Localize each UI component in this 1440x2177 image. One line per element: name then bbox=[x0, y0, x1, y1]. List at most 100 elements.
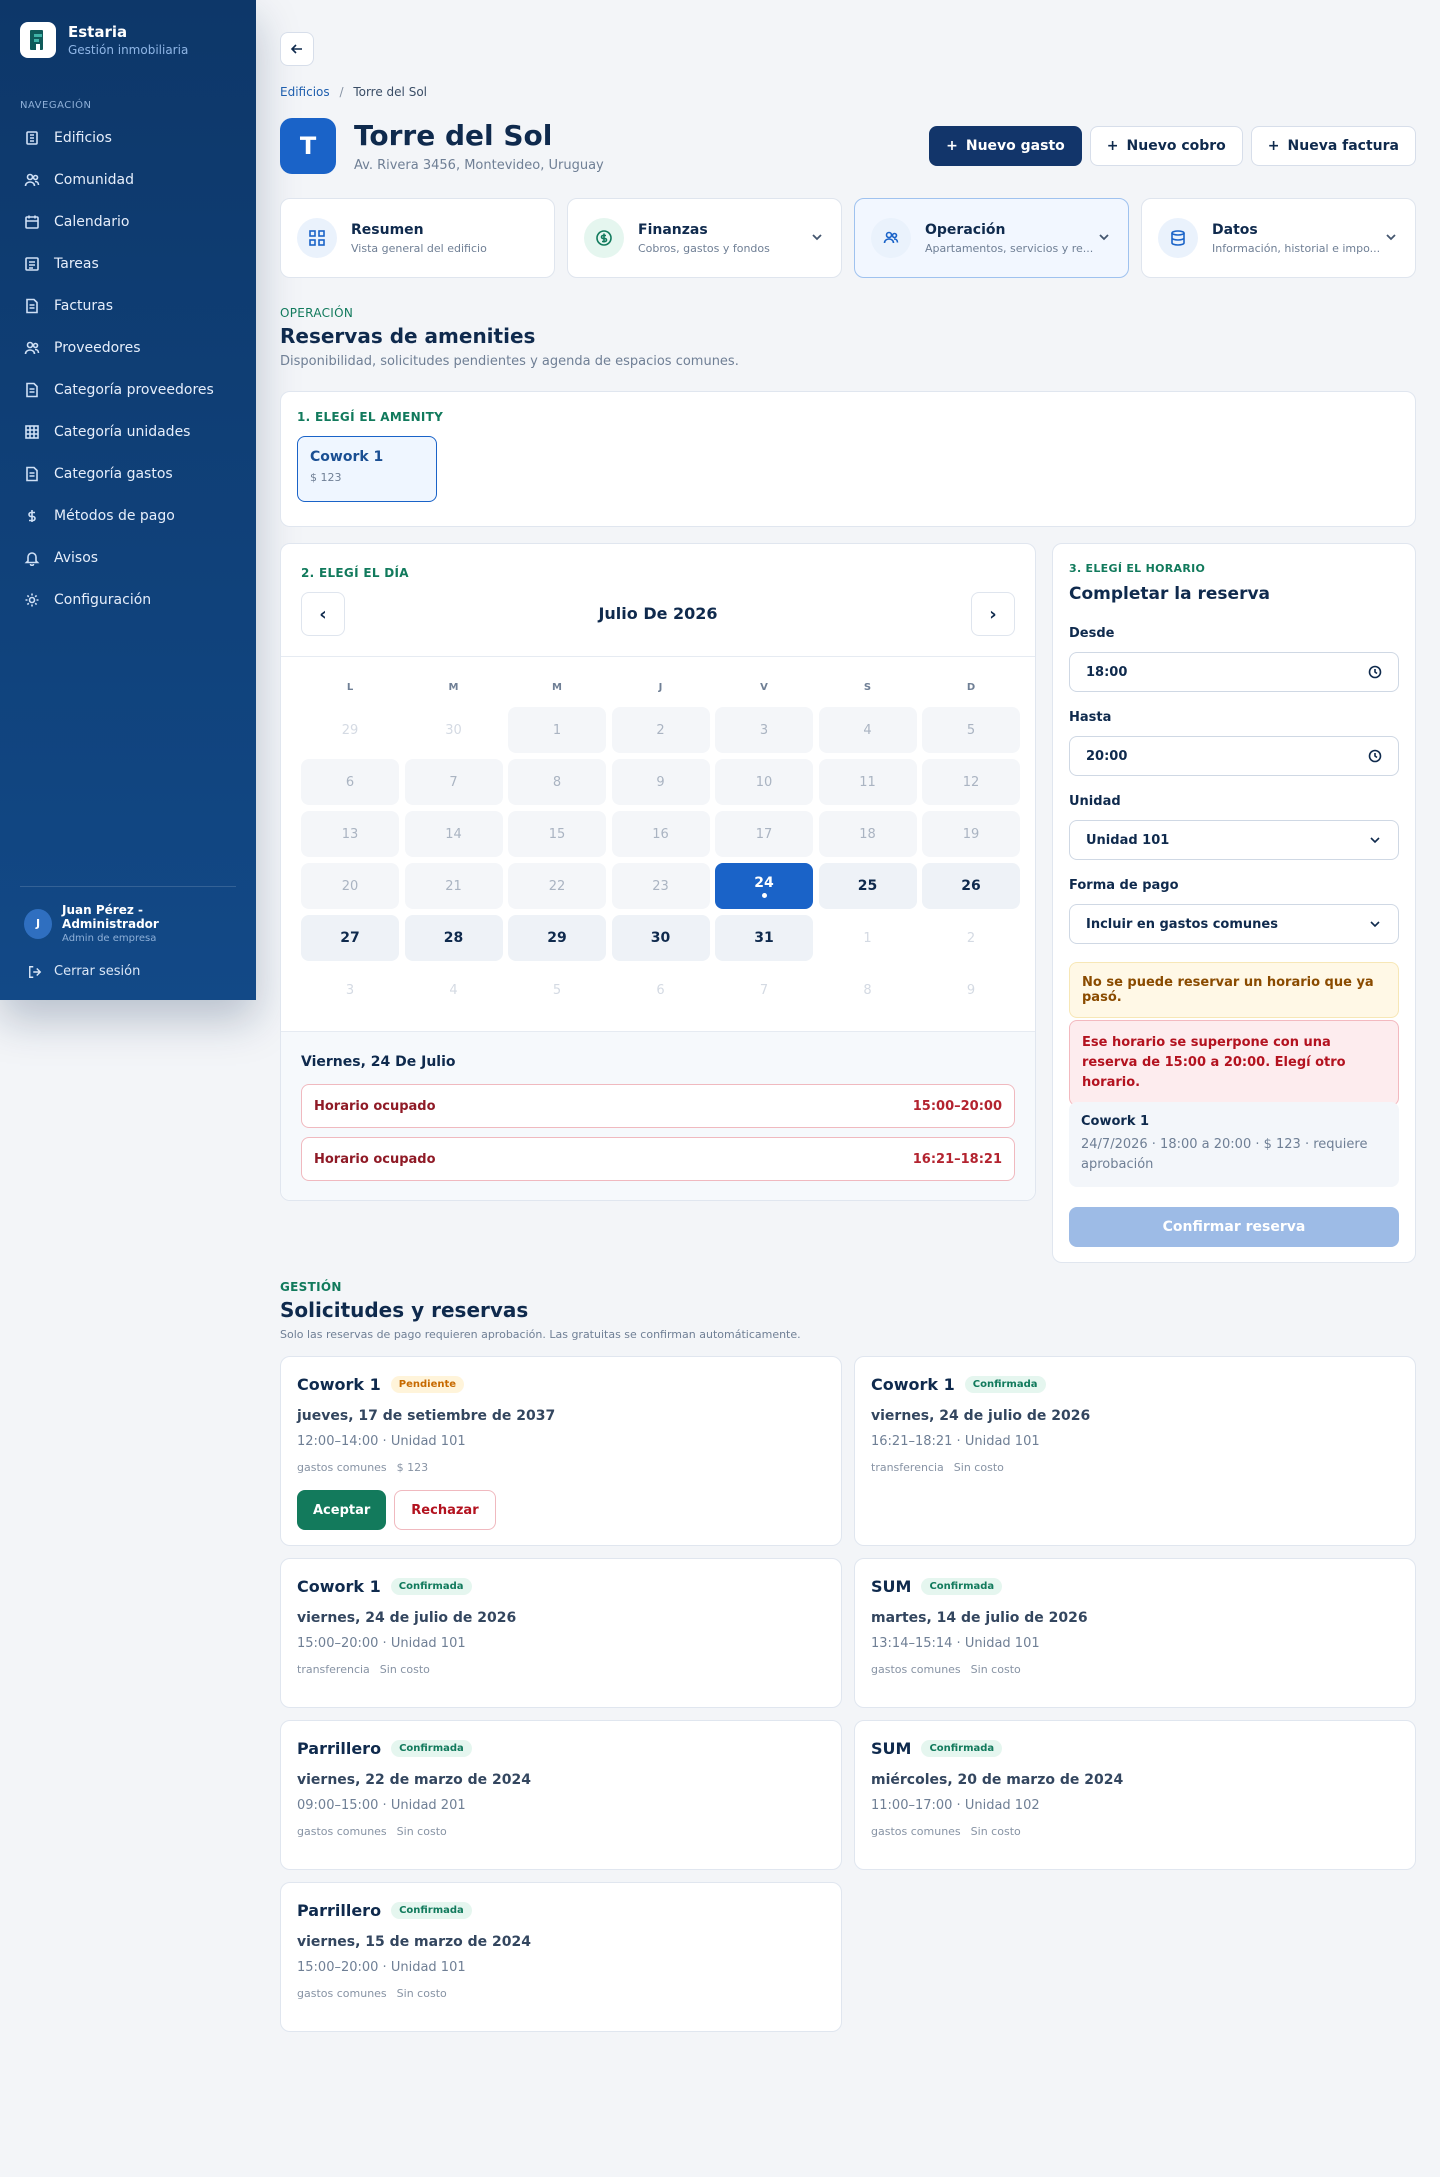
day-number: 26 bbox=[961, 878, 981, 894]
brand-name: Estaria bbox=[68, 23, 128, 41]
building-avatar: T bbox=[280, 118, 336, 174]
summary-name: Cowork 1 bbox=[1081, 1114, 1150, 1129]
unit-select[interactable]: Unidad 101 bbox=[1069, 820, 1399, 860]
chevron-right-icon: › bbox=[989, 603, 997, 625]
day-number: 4 bbox=[863, 722, 872, 738]
tab-subtitle: Vista general del edificio bbox=[351, 241, 487, 255]
selected-day-detail: Viernes, 24 De Julio Horario ocupado 15:… bbox=[281, 1031, 1035, 1200]
day-number: 27 bbox=[340, 930, 360, 946]
day-number: 12 bbox=[962, 774, 980, 790]
brand[interactable]: Estaria Gestión inmobiliaria bbox=[0, 0, 256, 80]
reservation-cost: Sin costo bbox=[970, 1663, 1021, 1676]
nav-heading: NAVEGACIÓN bbox=[20, 100, 92, 111]
calendar-day: 30 bbox=[405, 707, 503, 753]
reservation-card: Cowork 1 Confirmada viernes, 24 de julio… bbox=[280, 1558, 842, 1708]
accept-button[interactable]: Aceptar bbox=[297, 1490, 387, 1530]
calendar-day[interactable]: 26 bbox=[922, 863, 1020, 909]
sidebar-item-categoría-unidades[interactable]: Categoría unidades bbox=[0, 411, 256, 453]
tab-datos[interactable]: Datos Información, historial e impo... bbox=[1141, 198, 1416, 278]
chevron-down-icon bbox=[1386, 234, 1396, 241]
reservation-amenity: SUM bbox=[871, 1739, 912, 1758]
tab-finanzas[interactable]: Finanzas Cobros, gastos y fondos bbox=[567, 198, 842, 278]
calendar-day[interactable]: 29 bbox=[508, 915, 606, 961]
tab-operacion[interactable]: Operación Apartamentos, servicios y re... bbox=[854, 198, 1129, 278]
past-time-warning: No se puede reservar un horario que ya p… bbox=[1069, 962, 1399, 1018]
payment-select[interactable]: Incluir en gastos comunes bbox=[1069, 904, 1399, 944]
page-title: Torre del Sol bbox=[354, 119, 553, 152]
chevron-down-icon bbox=[812, 234, 822, 241]
arrow-left-icon bbox=[290, 44, 302, 54]
sidebar-item-label: Configuración bbox=[54, 592, 152, 608]
chevron-down-icon bbox=[1099, 234, 1109, 241]
database-icon bbox=[1158, 218, 1198, 258]
calendar-day: 14 bbox=[404, 811, 503, 857]
sidebar-item-categoría-proveedores[interactable]: Categoría proveedores bbox=[0, 369, 256, 411]
sidebar-nav: Edificios Comunidad Calendario Tareas Factur… bbox=[0, 117, 256, 621]
day-number: 13 bbox=[341, 826, 359, 842]
divider bbox=[281, 656, 1035, 657]
new-expense-button[interactable]: + Nuevo gasto bbox=[929, 126, 1082, 166]
sidebar-item-tareas[interactable]: Tareas bbox=[0, 243, 256, 285]
back-button[interactable] bbox=[280, 32, 314, 66]
slot-label: Horario ocupado bbox=[314, 1098, 436, 1114]
calendar-day: 21 bbox=[404, 863, 503, 909]
section-subtitle: Solo las reservas de pago requieren apro… bbox=[280, 1328, 801, 1341]
day-number: 22 bbox=[548, 878, 566, 894]
amenity-option-cowork[interactable]: Cowork 1 $ 123 bbox=[297, 436, 437, 502]
calendar-day[interactable]: 25 bbox=[818, 863, 917, 909]
sidebar-item-edificios[interactable]: Edificios bbox=[0, 117, 256, 159]
new-charge-button[interactable]: + Nuevo cobro bbox=[1089, 126, 1243, 166]
users-icon bbox=[24, 341, 40, 355]
day-number: 8 bbox=[863, 982, 872, 998]
reservation-time: 15:00–20:00 · Unidad 101 bbox=[297, 1636, 466, 1651]
reservation-cost: Sin costo bbox=[379, 1663, 430, 1676]
breadcrumb-link-edificios[interactable]: Edificios bbox=[280, 85, 330, 99]
sidebar-item-categoría-gastos[interactable]: Categoría gastos bbox=[0, 453, 256, 495]
sidebar-item-facturas[interactable]: Facturas bbox=[0, 285, 256, 327]
reservation-card: SUM Confirmada martes, 14 de julio de 20… bbox=[854, 1558, 1416, 1708]
sidebar-footer: J Juan Pérez - Administrador Admin de em… bbox=[20, 886, 236, 989]
weekday-label: M bbox=[448, 682, 459, 693]
sidebar-item-comunidad[interactable]: Comunidad bbox=[0, 159, 256, 201]
chevron-down-icon bbox=[1370, 837, 1380, 844]
sidebar-item-métodos-de-pago[interactable]: Métodos de pago bbox=[0, 495, 256, 537]
calendar-day[interactable]: 28 bbox=[404, 915, 503, 961]
calendar-day[interactable]: 30 bbox=[611, 915, 710, 961]
calendar-day: 19 bbox=[922, 811, 1020, 857]
confirm-booking-button[interactable]: Confirmar reserva bbox=[1069, 1207, 1399, 1247]
payment-label: Forma de pago bbox=[1069, 878, 1179, 893]
sidebar-item-label: Edificios bbox=[54, 130, 112, 146]
logout-label: Cerrar sesión bbox=[54, 964, 141, 979]
day-number: 29 bbox=[341, 722, 359, 738]
logout-button[interactable]: Cerrar sesión bbox=[20, 954, 236, 989]
sidebar-item-avisos[interactable]: Avisos bbox=[0, 537, 256, 579]
weekday-label: V bbox=[760, 682, 768, 693]
building-address: Av. Rivera 3456, Montevideo, Uruguay bbox=[354, 158, 604, 173]
calendar-day: 9 bbox=[611, 759, 710, 805]
slot-label: Horario ocupado bbox=[314, 1151, 436, 1167]
calendar-day[interactable]: 31 bbox=[715, 915, 813, 961]
next-month-button[interactable]: › bbox=[971, 592, 1015, 636]
reservation-cost: Sin costo bbox=[396, 1987, 447, 2000]
calendar-day[interactable]: 27 bbox=[301, 915, 399, 961]
user-profile[interactable]: J Juan Pérez - Administrador Admin de em… bbox=[20, 887, 236, 954]
sidebar-item-configuración[interactable]: Configuración bbox=[0, 579, 256, 621]
to-time-input[interactable]: 20:00 bbox=[1069, 736, 1399, 776]
tab-resumen[interactable]: Resumen Vista general del edificio bbox=[280, 198, 555, 278]
reservation-card: Parrillero Confirmada viernes, 15 de mar… bbox=[280, 1882, 842, 2032]
calendar-day-selected[interactable]: 24 bbox=[715, 863, 813, 909]
day-number: 5 bbox=[552, 982, 562, 998]
reservation-time: 11:00–17:00 · Unidad 102 bbox=[871, 1798, 1040, 1813]
day-number: 20 bbox=[341, 878, 359, 894]
sidebar-item-proveedores[interactable]: Proveedores bbox=[0, 327, 256, 369]
sidebar-item-calendario[interactable]: Calendario bbox=[0, 201, 256, 243]
new-invoice-button[interactable]: + Nueva factura bbox=[1250, 126, 1416, 166]
amenity-name: Cowork 1 bbox=[310, 449, 384, 465]
reject-button[interactable]: Rechazar bbox=[394, 1490, 496, 1530]
from-time-input[interactable]: 18:00 bbox=[1069, 652, 1399, 692]
to-label: Hasta bbox=[1069, 710, 1112, 725]
calendar-day: 29 bbox=[301, 707, 399, 753]
calendar-day: 7 bbox=[404, 759, 503, 805]
reservation-card: SUM Confirmada miércoles, 20 de marzo de… bbox=[854, 1720, 1416, 1870]
payment-method: gastos comunes bbox=[297, 1825, 387, 1838]
